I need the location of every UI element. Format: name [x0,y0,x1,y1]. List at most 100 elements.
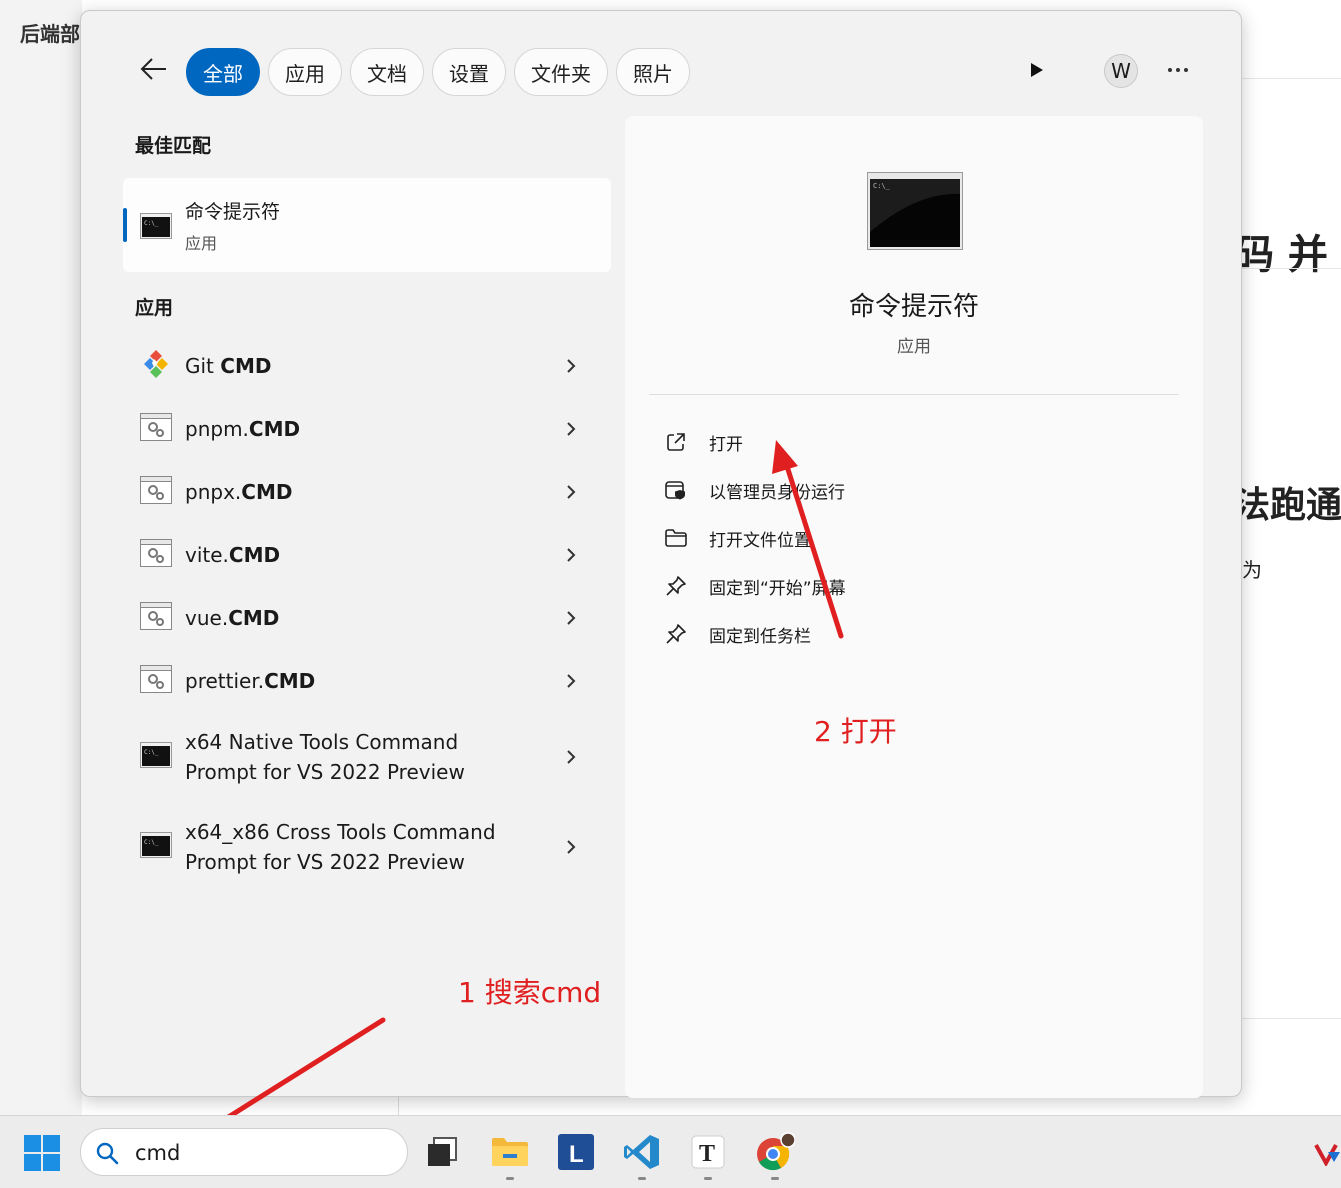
chevron-right-icon[interactable] [563,421,579,437]
app-result-name-line1: x64 Native Tools Command [185,730,459,754]
ellipsis-icon [1168,68,1188,72]
app-result-name: Git [185,353,221,378]
running-indicator [638,1177,646,1180]
app-result-x64-x86-cross-tools[interactable]: C:\_ x64_x86 Cross Tools Command Prompt f… [123,802,611,892]
folder-icon [665,527,687,549]
account-avatar[interactable]: W [1104,54,1138,88]
chevron-right-icon[interactable] [563,749,579,765]
search-input[interactable] [135,1139,375,1167]
app-result-pnpm-cmd[interactable]: pnpm.CMD [123,397,611,460]
l-app-icon[interactable]: L [556,1132,596,1172]
best-match-name: 命令提示符 [185,201,281,223]
app-results-list: Git CMD pnpm.CMD pnpx.CMD vite.CMD vue.C… [123,334,611,892]
windows-logo-icon [24,1135,60,1171]
background-left-pane: 后端部 [0,0,82,1115]
pin-icon [665,575,687,597]
tray-app-icon[interactable] [1314,1142,1341,1168]
terminal-large-icon: C:\_ [867,172,963,254]
batch-file-icon [140,475,172,508]
tab-folders[interactable]: 文件夹 [514,48,608,96]
app-result-git-cmd[interactable]: Git CMD [123,334,611,397]
action-pin-to-taskbar[interactable]: 固定到任务栏 [665,610,1065,658]
action-label: 固定到任务栏 [709,626,811,647]
chrome-icon[interactable] [755,1132,795,1180]
action-label: 以管理员身份运行 [709,482,845,503]
task-view-icon[interactable] [422,1132,462,1172]
play-icon [1031,63,1043,77]
tab-all[interactable]: 全部 [186,48,260,96]
batch-file-icon [140,412,172,445]
app-result-vue-cmd[interactable]: vue.CMD [123,586,611,649]
app-result-prettier-cmd[interactable]: prettier.CMD [123,649,611,712]
batch-file-icon [140,664,172,697]
app-result-name: pnpx. [185,479,242,504]
chevron-right-icon[interactable] [563,358,579,374]
apps-heading: 应用 [135,297,174,319]
run-as-admin-icon [665,479,687,501]
app-result-x64-native-tools[interactable]: C:\_ x64 Native Tools Command Prompt for … [123,712,611,802]
open-external-icon [665,431,687,453]
action-run-as-admin[interactable]: 以管理员身份运行 [665,466,1065,514]
background-title: 后端部 [20,22,80,46]
app-result-name-line1: x64_x86 Cross Tools Command [185,820,496,844]
svg-text:C:\_: C:\_ [144,749,159,756]
tab-apps[interactable]: 应用 [268,48,342,96]
app-result-pnpx-cmd[interactable]: pnpx.CMD [123,460,611,523]
app-result-name-line2: Prompt for VS 2022 Preview [185,850,465,874]
terminal-icon: C:\_ [140,742,172,772]
selection-indicator [123,208,127,242]
chevron-right-icon[interactable] [563,610,579,626]
detail-divider [649,394,1179,395]
action-open-file-location[interactable]: 打开文件位置 [665,514,1065,562]
more-filters-button[interactable] [1024,57,1050,83]
background-text-fragment: 为 [1242,558,1262,582]
best-match-heading: 最佳匹配 [135,135,212,157]
background-divider [1242,268,1341,269]
file-explorer-icon[interactable] [490,1132,530,1180]
action-pin-to-start[interactable]: 固定到“开始”屏幕 [665,562,1065,610]
annotation-step-2: 2 打开 [814,715,897,748]
back-button[interactable] [136,51,172,87]
tab-settings[interactable]: 设置 [432,48,506,96]
terminal-icon: C:\_ [140,832,172,862]
vscode-icon[interactable] [622,1132,662,1180]
app-result-name-match: CMD [248,416,301,441]
action-open[interactable]: 打开 [665,418,1065,466]
app-result-name: vite. [185,542,229,567]
svg-text:T: T [699,1141,715,1167]
running-indicator [771,1177,779,1180]
chevron-right-icon[interactable] [563,673,579,689]
pin-icon [665,623,687,645]
svg-text:C:\_: C:\_ [873,182,891,190]
windows-start-button[interactable] [24,1135,60,1171]
running-indicator [704,1177,712,1180]
taskbar-search-box[interactable] [80,1128,408,1176]
action-label: 打开文件位置 [709,530,811,551]
best-match-item[interactable]: C:\_ 命令提示符 应用 [123,178,611,272]
result-detail-pane: C:\_ 命令提示符 应用 打开 以管理员身份运行 打开文件位置 固定到“开始”… [625,116,1203,1098]
terminal-icon: C:\_ [140,213,172,243]
background-divider [1242,78,1341,79]
running-indicator [506,1177,514,1180]
app-result-name-match: CMD [264,668,316,693]
typora-icon[interactable]: T [688,1132,728,1180]
background-heading-fragment: 码 并 [1242,232,1328,278]
git-icon [140,348,172,384]
action-label: 打开 [709,434,743,455]
best-match-type: 应用 [185,234,218,253]
annotation-step-1: 1 搜索cmd [458,976,602,1009]
chevron-right-icon[interactable] [563,484,579,500]
detail-actions: 打开 以管理员身份运行 打开文件位置 固定到“开始”屏幕 固定到任务栏 [665,418,1065,658]
svg-text:C:\_: C:\_ [144,839,159,846]
start-search-panel: 全部 应用 文档 设置 文件夹 照片 W 最佳匹配 C:\_ 命令提示符 应用 … [80,10,1242,1098]
tab-documents[interactable]: 文档 [350,48,424,96]
svg-text:C:\_: C:\_ [144,220,159,227]
app-result-name-match: CMD [228,542,281,567]
chevron-right-icon[interactable] [563,839,579,855]
taskbar: L T [0,1115,1341,1188]
more-options-button[interactable] [1163,57,1193,83]
app-result-vite-cmd[interactable]: vite.CMD [123,523,611,586]
detail-title: 命令提示符 [848,292,979,322]
chevron-right-icon[interactable] [563,547,579,563]
tab-photos[interactable]: 照片 [616,48,690,96]
